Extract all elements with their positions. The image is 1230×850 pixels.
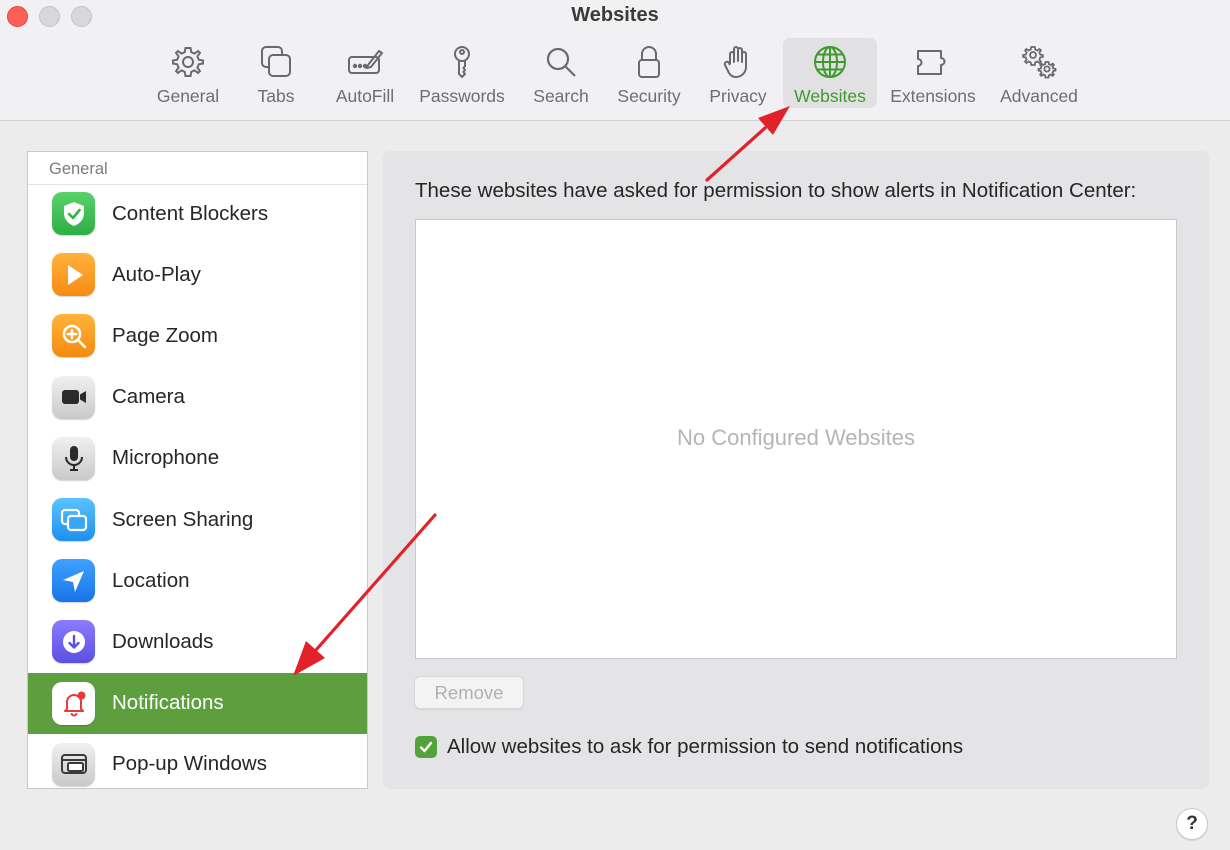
empty-list-message: No Configured Websites [676,425,916,450]
sidebar-item-auto-play[interactable]: Auto-Play [28,244,367,305]
sidebar-item-camera[interactable]: Camera [28,367,367,428]
remove-button[interactable]: Remove [414,676,524,709]
tab-tabs[interactable]: Tabs [242,38,310,108]
sidebar-section-header: General [28,152,367,185]
tab-security[interactable]: Security [608,38,690,108]
sidebar-item-screen-sharing[interactable]: Screen Sharing [28,489,367,550]
tab-search[interactable]: Search [525,38,597,108]
globe-icon [814,46,846,78]
tab-label: Advanced [1000,86,1078,106]
checkmark-icon [419,741,433,753]
shield-check-icon [52,192,95,236]
key-icon [454,46,470,79]
hand-icon [723,46,747,79]
preferences-toolbar: General Tabs AutoFill Passwords Search S… [0,38,1230,112]
search-icon [546,47,576,77]
sidebar-item-downloads[interactable]: Downloads [28,611,367,672]
location-arrow-icon [52,559,95,603]
website-list[interactable]: No Configured Websites [415,219,1177,659]
tab-label: Tabs [257,86,295,106]
sidebar-item-label: Auto-Play [112,262,201,286]
tab-label: General [156,86,220,106]
tab-autofill[interactable]: AutoFill [326,38,404,108]
gear-icon [172,47,204,77]
tab-websites[interactable]: Websites [783,38,877,108]
tab-general[interactable]: General [147,38,229,108]
sidebar-item-label: Camera [112,385,185,409]
notifications-panel: These websites have asked for permission… [383,151,1209,789]
allow-permission-checkbox[interactable] [415,736,437,758]
sidebar-item-label: Page Zoom [112,323,218,347]
microphone-icon [52,436,95,480]
sidebar-item-label: Location [112,568,190,592]
tab-label: Passwords [419,86,505,106]
autofill-icon [348,49,383,74]
sidebar-item-microphone[interactable]: Microphone [28,428,367,489]
sidebar-item-location[interactable]: Location [28,550,367,611]
sidebar-item-label: Downloads [112,629,214,653]
tab-extensions[interactable]: Extensions [886,38,980,108]
camera-icon [52,375,95,419]
bell-icon [52,681,95,725]
sidebar-item-pop-up-windows[interactable]: Pop-up Windows [28,734,367,788]
tab-label: Extensions [890,86,976,106]
tab-label: Search [533,86,589,106]
tab-label: Privacy [709,86,767,106]
title-bar: Websites General Tabs AutoFill Passwords… [0,0,1230,121]
tab-privacy[interactable]: Privacy [702,38,774,108]
sidebar-list[interactable]: Content Blockers Auto-Play Page Zoom Cam… [28,183,367,788]
tab-label: Security [617,86,681,106]
tab-advanced[interactable]: Advanced [993,38,1085,108]
sidebar-item-label: Content Blockers [112,201,269,225]
zoom-icon [52,314,95,358]
sidebar-item-page-zoom[interactable]: Page Zoom [28,305,367,366]
tab-label: Websites [794,86,866,106]
help-button[interactable]: ? [1176,808,1208,840]
sidebar-item-label: Screen Sharing [112,507,254,531]
lock-icon [638,46,660,78]
sidebar-item-notifications[interactable]: Notifications [28,672,367,734]
tab-passwords[interactable]: Passwords [414,38,510,108]
popup-window-icon [52,742,95,786]
tab-label: AutoFill [335,86,395,106]
play-icon [52,253,95,297]
allow-permission-checkbox-row[interactable]: Allow websites to ask for permission to … [415,735,963,759]
tabs-icon [261,46,291,77]
sidebar-item-label: Pop-up Windows [112,752,267,776]
allow-permission-label: Allow websites to ask for permission to … [447,735,964,758]
puzzle-icon [917,50,946,75]
gears-icon [1022,46,1057,79]
window-title: Websites [571,4,659,26]
sidebar-item-label: Microphone [112,446,220,470]
download-icon [52,620,95,664]
panel-heading: These websites have asked for permission… [415,179,1137,202]
website-settings-sidebar: General Content Blockers Auto-Play Page … [27,151,368,789]
sidebar-item-label: Notifications [112,691,224,715]
screen-sharing-icon [52,498,95,542]
sidebar-item-content-blockers[interactable]: Content Blockers [28,183,367,244]
